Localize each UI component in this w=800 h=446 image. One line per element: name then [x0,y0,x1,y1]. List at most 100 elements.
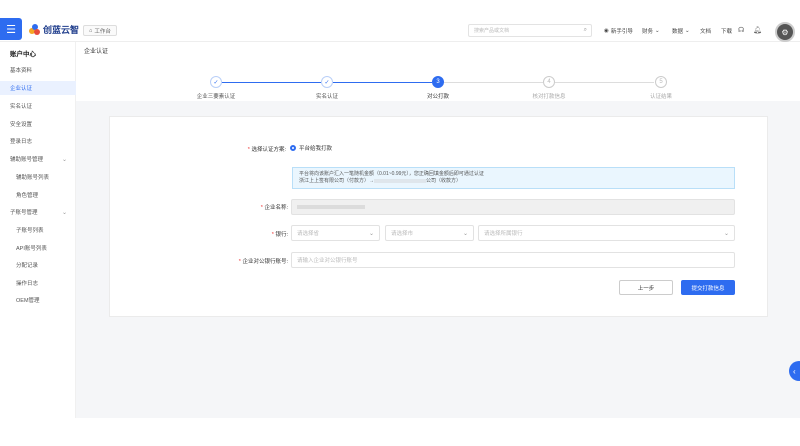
avatar[interactable]: ⚙ [775,22,795,42]
notice-payee: 公司（收款方） [426,178,462,184]
prev-button[interactable]: 上一步 [619,280,673,295]
search-icon[interactable]: ⌕ [584,27,587,34]
sidebar: 账户中心 基本资料 企业认证 实名认证 安全设置 登录日志 辅助账号管理 ⌄ 辅助… [0,42,76,418]
sidebar-item-label: 分配记录 [16,263,39,269]
sidebar-item-assist-account-mgmt[interactable]: 辅助账号管理 ⌄ [0,152,76,166]
chevron-down-icon: ⌄ [462,230,468,237]
account-label-text: 企业对公银行账号: [242,259,288,265]
step-2: ✓ 实名认证 [287,76,367,100]
company-name-field [291,199,735,215]
step-label: 核对打款信息 [532,94,566,100]
bank-account-input[interactable]: 请输入企业对公银行账号 [291,252,735,268]
province-select[interactable]: 请选择省 ⌄ [291,225,380,241]
redacted-text [374,178,427,183]
step-1: ✓ 企业三要素认证 [176,76,256,100]
finance-label: 财务 [642,29,654,35]
step-5: 5 认证结果 [621,76,701,100]
sidebar-item-label: OEM管理 [16,298,40,304]
top-bar: ☰ 创蓝云智 ⌂ 工作台 搜索产品或文档 ⌕ ◉ 新手引导 财务 ⌄ 数据 ⌄ … [0,0,800,42]
sidebar-item-allocation-record[interactable]: 分配记录 [0,258,76,272]
bell-icon[interactable]: 🔔︎ [753,26,762,34]
guide-link[interactable]: ◉ 新手引导 [604,27,633,35]
submit-button[interactable]: 提交打款信息 [681,280,735,295]
method-label-text: 选择认证方案: [251,147,286,153]
sidebar-title: 账户中心 [10,51,36,58]
chevron-down-icon: ⌄ [685,28,690,34]
info-notice: 平台将向该账户汇入一笔随机金额（0.01~0.99元），您正确回填金额后即可通过… [292,167,735,189]
sidebar-item-operation-log[interactable]: 操作日志 [0,276,76,290]
logo-text: 创蓝云智 [43,25,80,35]
home-icon: ⌂ [89,27,93,34]
workspace-label: 工作台 [94,28,111,35]
sidebar-item-label: 角色管理 [16,193,39,199]
step-label: 认证结果 [649,94,672,100]
sidebar-item-oem-mgmt[interactable]: OEM管理 [0,293,76,307]
sidebar-item-label: 基本资料 [10,68,33,74]
sidebar-item-enterprise-auth[interactable]: 企业认证 [0,81,76,95]
step-3: 3 对公打款 [398,76,478,100]
check-icon: ✓ [210,76,222,88]
sidebar-item-security[interactable]: 安全设置 [0,117,76,131]
submit-button-label: 提交打款信息 [691,285,725,292]
city-placeholder: 请选择市 [391,231,414,237]
method-option-label: 平台给我打款 [299,146,333,152]
data-menu[interactable]: 数据 ⌄ [672,27,690,35]
guide-icon: ◉ [604,28,609,34]
step-number: 4 [543,76,555,88]
province-placeholder: 请选择省 [297,231,320,237]
sidebar-item-label: 子账号管理 [10,210,38,216]
bank-label-text: 银行: [275,232,288,238]
method-label: * 选择认证方案: [247,147,286,153]
sidebar-item-role-mgmt[interactable]: 角色管理 [0,188,76,202]
breadcrumb-label: 企业认证 [84,49,109,55]
step-number: 5 [655,76,667,88]
docs-label: 文档 [700,29,712,35]
sidebar-item-label: 实名认证 [10,104,33,110]
sidebar-item-label: 辅助账号管理 [10,157,44,163]
sidebar-item-sub-account-mgmt[interactable]: 子账号管理 ⌄ [0,205,76,219]
sidebar-item-assist-account-list[interactable]: 辅助账号列表 [0,170,76,184]
branch-placeholder: 请选择所属银行 [484,231,523,237]
sidebar-item-label: 登录日志 [10,139,33,145]
sidebar-item-label: 子账号列表 [16,228,44,234]
step-label: 实名认证 [315,94,338,100]
sidebar-item-api-account-list[interactable]: API账号列表 [0,241,76,255]
city-select[interactable]: 请选择市 ⌄ [385,225,474,241]
headset-icon[interactable]: ☊ [738,26,744,34]
download-link[interactable]: 下载 [721,27,732,35]
main-content: 企业认证 ✓ 企业三要素认证 ✓ 实名认证 3 对公打款 4 核对打款信息 5 … [76,42,800,418]
account-label: * 企业对公银行账号: [238,259,288,265]
step-4: 4 核对打款信息 [509,76,589,100]
radio-selected-icon [290,145,296,151]
menu-icon[interactable]: ☰ [0,18,22,40]
chevron-down-icon: ⌄ [723,230,729,237]
check-icon: ✓ [321,76,333,88]
workspace-button[interactable]: ⌂ 工作台 [83,25,117,36]
sidebar-item-label: 操作日志 [16,281,39,287]
prev-button-label: 上一步 [637,285,655,292]
chevron-down-icon: ⌄ [368,230,374,237]
finance-menu[interactable]: 财务 ⌄ [642,27,660,35]
sidebar-item-label: API账号列表 [16,246,47,252]
step-number: 3 [432,76,444,88]
chevron-down-icon: ⌄ [61,209,67,216]
bank-branch-select[interactable]: 请选择所属银行 ⌄ [478,225,735,241]
logo[interactable]: 创蓝云智 [29,23,79,36]
search-input[interactable]: 搜索产品或文档 ⌕ [468,24,592,37]
step-indicator: ✓ 企业三要素认证 ✓ 实名认证 3 对公打款 4 核对打款信息 5 认证结果 [76,59,800,101]
method-radio[interactable]: 平台给我打款 [290,144,332,152]
search-placeholder: 搜索产品或文档 [474,28,510,34]
sidebar-item-label: 企业认证 [10,86,33,92]
sidebar-item-basic-info[interactable]: 基本资料 [0,63,76,77]
sidebar-item-label: 辅助账号列表 [16,175,50,181]
docs-link[interactable]: 文档 [700,27,711,35]
sidebar-item-sub-account-list[interactable]: 子账号列表 [0,223,76,237]
logo-mark-icon [29,24,40,35]
bank-label: * 银行: [271,232,288,238]
sidebar-item-login-log[interactable]: 登录日志 [0,134,76,148]
data-label: 数据 [672,29,684,35]
chevron-down-icon: ⌄ [61,156,67,163]
guide-label: 新手引导 [610,29,633,35]
breadcrumb: 企业认证 [76,42,800,59]
sidebar-item-realname-auth[interactable]: 实名认证 [0,99,76,113]
